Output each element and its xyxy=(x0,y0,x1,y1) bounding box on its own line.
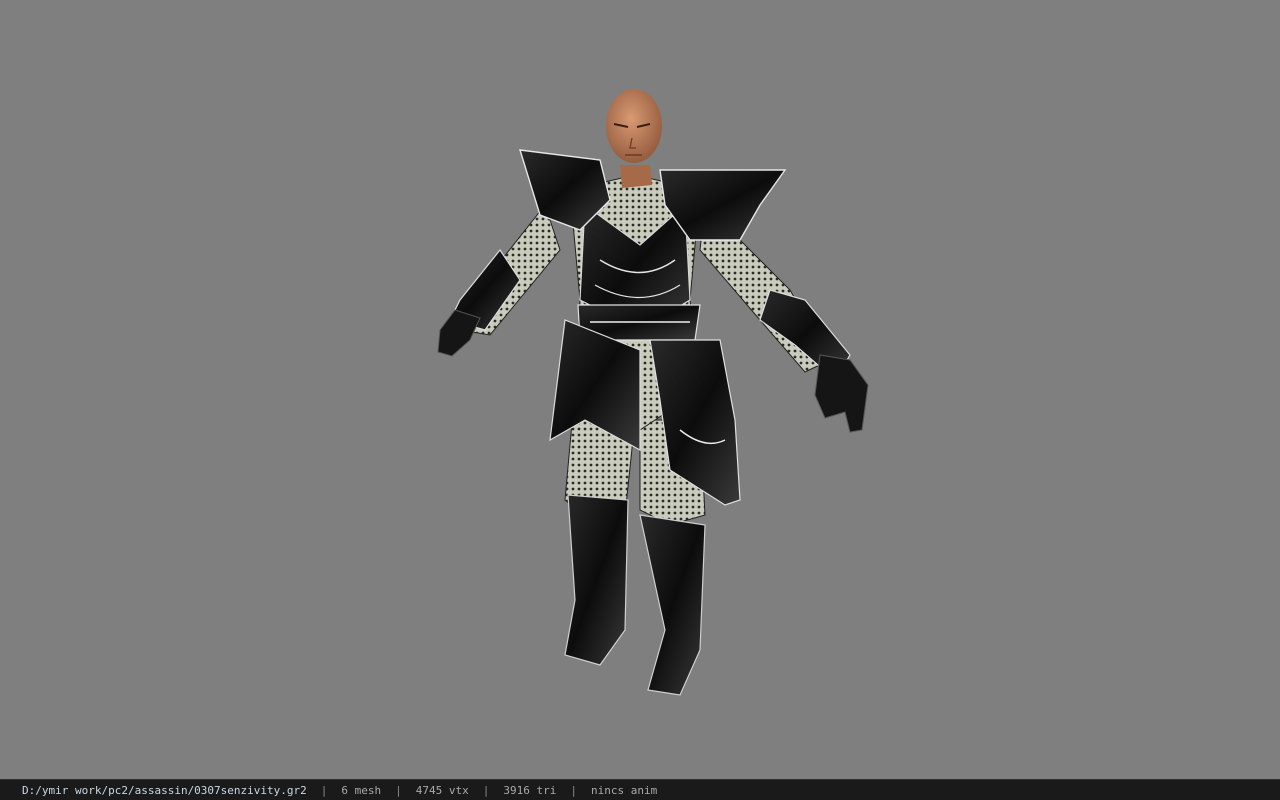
status-bar: D:/ymir work/pc2/assassin/0307senzivity.… xyxy=(0,779,1280,800)
triangle-count: 3916 tri xyxy=(503,783,557,797)
animation-status: nincs anim xyxy=(591,783,658,797)
vertex-count: 4745 vtx xyxy=(415,783,469,797)
mesh-count: 6 mesh xyxy=(341,783,382,797)
file-path: D:/ymir work/pc2/assassin/0307senzivity.… xyxy=(22,783,307,797)
separator: | xyxy=(320,783,328,797)
separator: | xyxy=(395,783,402,797)
separator: | xyxy=(570,783,577,797)
3d-viewport[interactable] xyxy=(0,0,1280,779)
separator: | xyxy=(482,783,490,797)
armored-character-model-icon xyxy=(437,89,869,696)
